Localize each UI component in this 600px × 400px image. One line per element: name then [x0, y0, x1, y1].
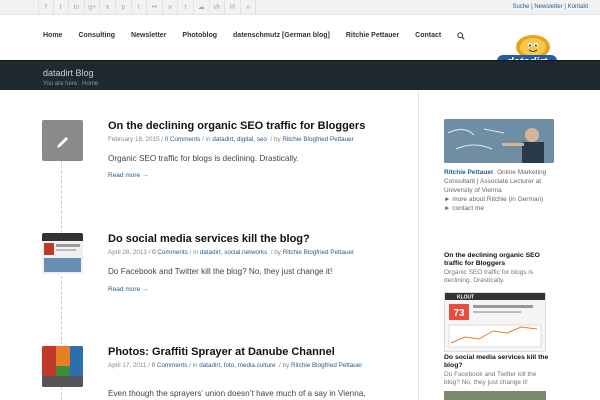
- widget-item-thumbnail[interactable]: KLOUT 73: [444, 292, 546, 352]
- top-bar: f t in g+ x p t •• v r ☁ vk ✉» Suche | Newsletter | …: [0, 0, 600, 15]
- meta-label: by: [274, 249, 281, 256]
- sidebar-widget-item: KLOUT 73 Do social media services kill t…: [444, 292, 554, 387]
- sidebar-divider: [418, 90, 419, 400]
- site-header: Home Consulting Newsletter Photoblog dat…: [0, 15, 600, 68]
- xing-icon[interactable]: x: [100, 0, 116, 15]
- nav-datenschmutz[interactable]: datenschmutz [German blog]: [233, 32, 330, 42]
- reddit-icon[interactable]: r: [178, 0, 194, 15]
- pencil-icon: [57, 137, 68, 148]
- breadcrumb: You are here: Home: [43, 81, 98, 87]
- post-date: April 28, 2013: [108, 249, 147, 256]
- nav-photoblog[interactable]: Photoblog: [182, 32, 217, 42]
- linkedin-icon[interactable]: in: [69, 0, 85, 15]
- widget-item-title[interactable]: Do social media services kill the blog?: [444, 354, 554, 370]
- post-excerpt: Do Facebook and Twitter kill the blog? N…: [108, 267, 333, 276]
- post-comments-link[interactable]: 0 Comments: [152, 362, 188, 369]
- newsletter-link[interactable]: Newsletter: [534, 4, 562, 10]
- twitter-icon[interactable]: f: [38, 0, 54, 15]
- post-categories[interactable]: datadirt, foto, media.culture: [199, 362, 275, 369]
- post-date: April 17, 2011: [108, 362, 147, 369]
- post-thumbnail[interactable]: [42, 346, 83, 387]
- contact-link[interactable]: Kontakt: [568, 4, 588, 10]
- tumblr-icon[interactable]: t: [132, 0, 148, 15]
- post-categories[interactable]: datadirt, social.networks: [200, 249, 268, 256]
- sidebar-widget-item: On the declining organic SEO traffic for…: [444, 252, 554, 285]
- widget-item-excerpt: Do Facebook and Twitter kill the blog? N…: [444, 371, 537, 386]
- search-link[interactable]: Suche: [512, 4, 529, 10]
- read-more-link[interactable]: Read more →: [108, 172, 148, 179]
- widget-item-excerpt: Organic SEO traffic for blogs is declini…: [444, 269, 534, 284]
- googleplus-icon[interactable]: g+: [85, 0, 101, 15]
- contact-me-link[interactable]: ► contact me: [444, 204, 554, 213]
- post-format-icon[interactable]: [42, 120, 83, 161]
- post-author-link[interactable]: Ritchie Blogfried Pettauer: [283, 249, 354, 256]
- pinterest-icon[interactable]: p: [116, 0, 132, 15]
- meta-label: by: [273, 136, 281, 143]
- bio-photo[interactable]: [444, 119, 554, 163]
- title-bar: datadirt Blog You are here: Home: [0, 60, 600, 90]
- sidebar-widget-item: [444, 391, 554, 400]
- post-excerpt: Organic SEO traffic for blogs is declini…: [108, 154, 299, 163]
- breadcrumb-home-link[interactable]: Home: [82, 81, 98, 87]
- main-nav: Home Consulting Newsletter Photoblog dat…: [43, 32, 481, 42]
- sidebar-bio: Ritchie Pettauer. Online Marketing Consu…: [444, 119, 554, 213]
- vk-icon[interactable]: vk: [210, 0, 226, 15]
- vimeo-icon[interactable]: v: [163, 0, 179, 15]
- nav-contact[interactable]: Contact: [415, 32, 441, 42]
- nav-ritchie-pettauer[interactable]: Ritchie Pettauer: [346, 32, 399, 42]
- post-title[interactable]: On the declining organic SEO traffic for…: [108, 120, 408, 133]
- post-title[interactable]: Photos: Graffiti Sprayer at Danube Chann…: [108, 346, 408, 359]
- meta-label: in: [193, 249, 198, 256]
- mail-icon[interactable]: ✉: [225, 0, 241, 15]
- post-comments-link[interactable]: 0 Comments: [165, 136, 201, 143]
- search-icon[interactable]: [457, 32, 465, 42]
- meta-label: in: [192, 362, 198, 369]
- nav-home[interactable]: Home: [43, 32, 62, 42]
- post-meta: April 17, 2011 / 0 Comments / in datadir…: [108, 362, 363, 369]
- nav-consulting[interactable]: Consulting: [78, 32, 115, 42]
- page-title: datadirt Blog: [43, 68, 94, 78]
- bio-text: Ritchie Pettauer. Online Marketing Consu…: [444, 168, 554, 195]
- bio-name-link[interactable]: Ritchie Pettauer: [444, 169, 494, 176]
- post-categories[interactable]: datadirt, digital, seo: [212, 136, 267, 143]
- post-date: February 18, 2015: [108, 136, 160, 143]
- post-excerpt: Even though the sprayers’ union doesn’t …: [108, 389, 366, 398]
- post-title[interactable]: Do social media services kill the blog?: [108, 233, 408, 246]
- widget-item-thumbnail[interactable]: [444, 391, 546, 400]
- klout-label: KLOUT: [457, 295, 474, 301]
- social-icons-bar: f t in g+ x p t •• v r ☁ vk ✉»: [38, 0, 257, 15]
- flickr-icon[interactable]: ••: [147, 0, 163, 15]
- top-links: Suche | Newsletter | Kontakt: [512, 0, 588, 15]
- soundcloud-icon[interactable]: ☁: [194, 0, 210, 15]
- meta-label: by: [282, 362, 290, 369]
- read-more-link[interactable]: Read more →: [108, 286, 148, 293]
- more-about-link[interactable]: ► more about Ritchie (in German): [444, 195, 554, 204]
- nav-newsletter[interactable]: Newsletter: [131, 32, 166, 42]
- post-author-link[interactable]: Ritchie Blogfried Pettauer: [282, 136, 353, 143]
- breadcrumb-label: You are here:: [43, 81, 79, 87]
- klout-score: 73: [453, 308, 465, 319]
- post-thumbnail[interactable]: [42, 233, 83, 274]
- post-author-link[interactable]: Ritchie Blogfried Pettauer: [291, 362, 362, 369]
- facebook-icon[interactable]: t: [54, 0, 70, 15]
- widget-item-title[interactable]: On the declining organic SEO traffic for…: [444, 252, 554, 268]
- rss-icon[interactable]: »: [241, 0, 257, 15]
- post-comments-link[interactable]: 0 Comments: [152, 249, 188, 256]
- post-meta: February 18, 2015 / 0 Comments / in data…: [108, 136, 354, 143]
- post-meta: April 28, 2013 / 0 Comments / in datadir…: [108, 249, 355, 256]
- main-content: On the declining organic SEO traffic for…: [0, 90, 600, 400]
- meta-label: in: [205, 136, 211, 143]
